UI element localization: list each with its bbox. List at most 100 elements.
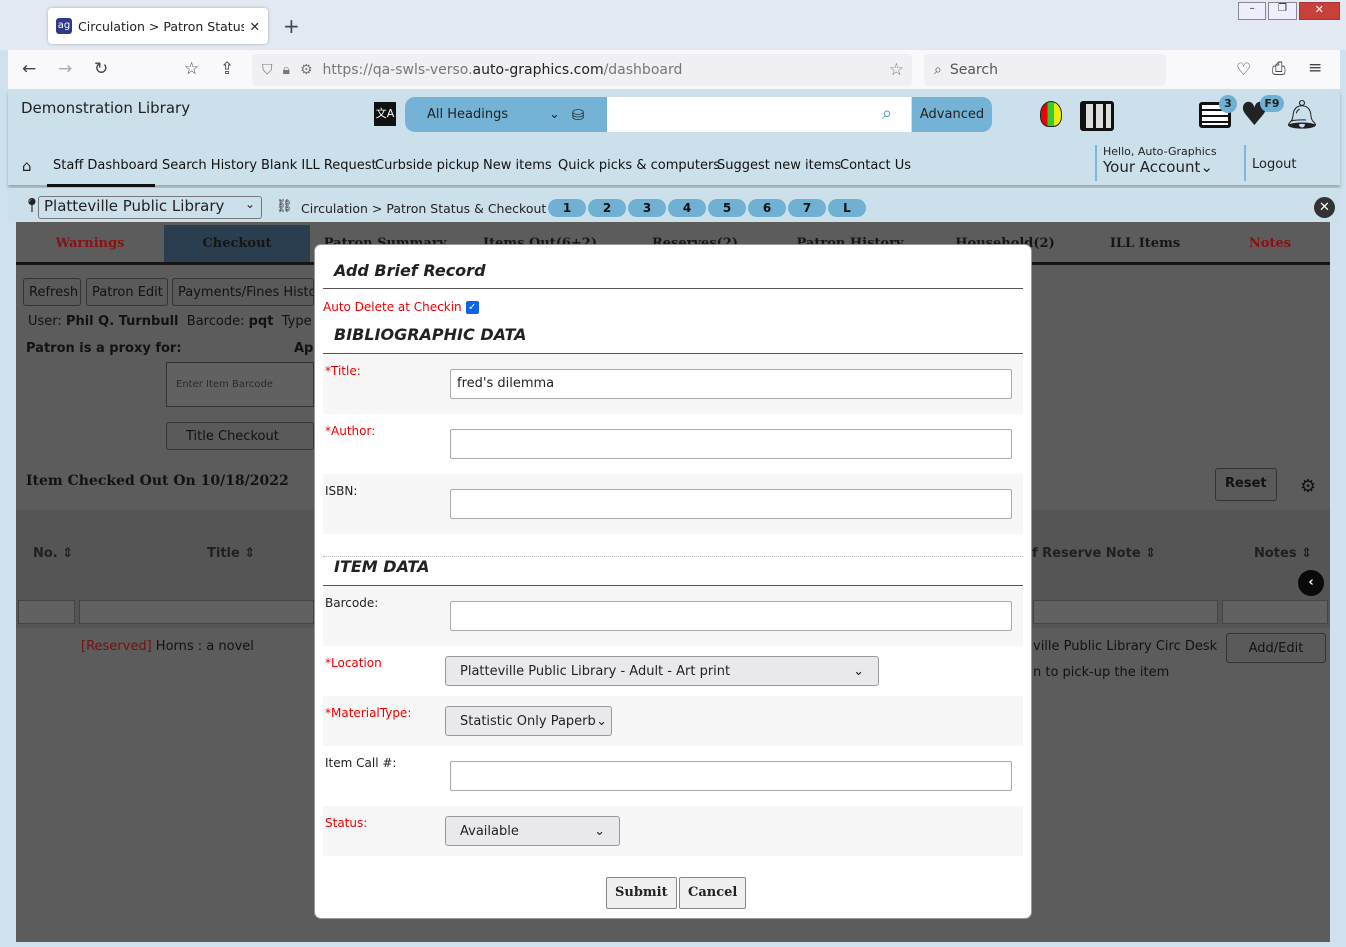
- bookmark-page-icon[interactable]: ☆: [889, 60, 904, 80]
- active-menu-underline: [47, 184, 155, 187]
- pickup-location: ville Public Library Circ Desk: [1033, 639, 1218, 654]
- reset-button[interactable]: Reset: [1215, 468, 1277, 501]
- chevron-down-icon: ⌄: [549, 107, 560, 122]
- advanced-search-button[interactable]: Advanced: [912, 97, 992, 132]
- browser-tab[interactable]: ag Circulation > Patron Status & C ✕: [48, 8, 268, 44]
- title-checkout-button[interactable]: Title Checkout: [166, 422, 314, 450]
- tab-checkout[interactable]: Checkout: [164, 225, 310, 262]
- pickup-note: n to pick-up the item: [1033, 665, 1170, 680]
- close-window-icon[interactable]: ✕: [1298, 2, 1340, 20]
- search-icon: ⌕: [934, 62, 942, 78]
- menu-new-items[interactable]: New items: [483, 158, 552, 173]
- balloon-icon[interactable]: [1040, 101, 1062, 127]
- window-controls[interactable]: – ❐ ✕: [1238, 2, 1340, 20]
- submit-button[interactable]: Submit: [606, 877, 677, 909]
- location-select[interactable]: Platteville Public Library - Adult - Art…: [445, 656, 879, 686]
- tab-notes[interactable]: Notes: [1210, 225, 1330, 262]
- minimize-icon[interactable]: –: [1238, 2, 1267, 20]
- menu-curbside-pickup[interactable]: Curbside pickup: [375, 158, 479, 173]
- library-select[interactable]: Platteville Public Library ⌄: [38, 196, 262, 219]
- close-tab-icon[interactable]: ✕: [250, 19, 260, 34]
- filter-no-input[interactable]: [18, 600, 75, 624]
- gear-icon[interactable]: ⚙: [1300, 476, 1316, 497]
- menu-contact-us[interactable]: Contact Us: [840, 158, 911, 173]
- search-discovery-icon[interactable]: [1080, 101, 1114, 131]
- column-title[interactable]: Title ⇕: [207, 546, 255, 561]
- page-shortcut-1[interactable]: 1: [548, 199, 586, 217]
- material-type-select[interactable]: Statistic Only Paperback⌄: [445, 706, 612, 736]
- forward-icon[interactable]: →: [58, 59, 72, 79]
- share-icon[interactable]: ⇪: [220, 59, 234, 79]
- language-icon[interactable]: 文A: [374, 102, 396, 126]
- database-icon[interactable]: ⛁: [572, 106, 585, 124]
- menu-search-history[interactable]: Search History: [162, 158, 257, 173]
- tab-warnings[interactable]: Warnings: [16, 225, 164, 262]
- site-favicon-icon: ag: [56, 18, 72, 34]
- menu-staff-dashboard[interactable]: Staff Dashboard: [53, 158, 158, 173]
- menu-icon[interactable]: ≡: [1308, 58, 1322, 78]
- status-row: Status: Available ⌄: [323, 806, 1023, 856]
- call-number-input[interactable]: [450, 761, 1012, 791]
- new-tab-button[interactable]: +: [283, 14, 300, 38]
- refresh-button[interactable]: Refresh: [23, 278, 81, 306]
- page-shortcut-7[interactable]: 7: [788, 199, 826, 217]
- bell-icon[interactable]: 🔔︎: [1284, 98, 1320, 131]
- url-bar[interactable]: ⛉ 🔒︎ ⚙ https://qa-swls-verso.auto-graphi…: [252, 54, 912, 86]
- list-count-badge: 3: [1219, 95, 1237, 113]
- filter-reserve-input[interactable]: [1033, 600, 1218, 624]
- isbn-input[interactable]: [450, 489, 1012, 519]
- reload-icon[interactable]: ↻: [94, 59, 108, 79]
- page-shortcut-6[interactable]: 6: [748, 199, 786, 217]
- page-shortcut-3[interactable]: 3: [628, 199, 666, 217]
- url-text: https://qa-swls-verso.auto-graphics.com/…: [322, 62, 683, 78]
- catalog-search-input[interactable]: [607, 97, 912, 132]
- search-scope-select[interactable]: All Headings ⌄ ⛁: [405, 97, 607, 132]
- chevron-down-icon: ⌄: [244, 197, 255, 211]
- status-select[interactable]: Available ⌄: [445, 816, 620, 846]
- filter-notes-input[interactable]: [1222, 600, 1328, 624]
- table-row: [Reserved] Horns : a novel: [81, 639, 254, 654]
- title-row: *Title: fred's dilemma: [323, 354, 1023, 414]
- menu-quick-picks[interactable]: Quick picks & computers: [558, 158, 720, 173]
- call-number-row: Item Call #:: [323, 746, 1023, 806]
- pocket-icon[interactable]: ♡: [1236, 60, 1251, 80]
- auto-delete-checkbox[interactable]: ✓: [465, 300, 479, 314]
- item-barcode-input[interactable]: Enter Item Barcode: [166, 362, 314, 407]
- maximize-icon[interactable]: ❐: [1268, 2, 1297, 20]
- author-input[interactable]: [450, 429, 1012, 459]
- account-menu[interactable]: Hello, Auto-Graphics Your Account⌄: [1095, 145, 1217, 181]
- page-shortcut-4[interactable]: 4: [668, 199, 706, 217]
- cancel-button[interactable]: Cancel: [679, 877, 747, 909]
- bibliographic-heading: BIBLIOGRAPHIC DATA: [334, 325, 527, 344]
- add-edit-button[interactable]: Add/Edit: [1226, 633, 1326, 663]
- page-shortcut-5[interactable]: 5: [708, 199, 746, 217]
- logout-link[interactable]: Logout: [1244, 145, 1297, 181]
- search-icon[interactable]: ⌕: [882, 103, 892, 124]
- print-icon[interactable]: ⎙: [1272, 59, 1286, 79]
- patron-edit-button[interactable]: Patron Edit: [86, 278, 168, 306]
- dialog-title: Add Brief Record: [334, 261, 486, 280]
- page-shortcut-L[interactable]: L: [828, 199, 866, 217]
- link-icon: ⛓: [276, 199, 293, 214]
- permissions-icon: ⚙: [299, 62, 313, 78]
- scroll-left-icon[interactable]: ‹: [1298, 570, 1324, 596]
- column-reserve-note[interactable]: f Reserve Note ⇕: [1032, 546, 1156, 561]
- bookmark-star-icon[interactable]: ☆: [184, 59, 199, 79]
- column-notes[interactable]: Notes ⇕: [1254, 546, 1312, 561]
- back-icon[interactable]: ←: [22, 59, 36, 79]
- favorites-badge: F9: [1260, 95, 1284, 112]
- title-input[interactable]: fred's dilemma: [450, 369, 1012, 399]
- browser-search-input[interactable]: ⌕ Search: [924, 54, 1166, 86]
- page-shortcut-2[interactable]: 2: [588, 199, 626, 217]
- barcode-input[interactable]: [450, 601, 1012, 631]
- tab-ill-items[interactable]: ILL Items: [1080, 225, 1210, 262]
- home-icon[interactable]: ⌂: [22, 157, 32, 175]
- add-brief-record-dialog: Add Brief Record Auto Delete at Checkin …: [314, 244, 1032, 919]
- filter-title-input[interactable]: [79, 600, 314, 624]
- auto-delete-option[interactable]: Auto Delete at Checkin ✓: [323, 300, 479, 314]
- payments-fines-histo-button[interactable]: Payments/Fines Histo: [172, 278, 314, 306]
- menu-blank-ill-request[interactable]: Blank ILL Request: [261, 158, 377, 173]
- column-no[interactable]: No. ⇕: [33, 546, 73, 561]
- menu-suggest-new-items[interactable]: Suggest new items: [717, 158, 841, 173]
- close-circle-icon[interactable]: ✕: [1314, 197, 1335, 218]
